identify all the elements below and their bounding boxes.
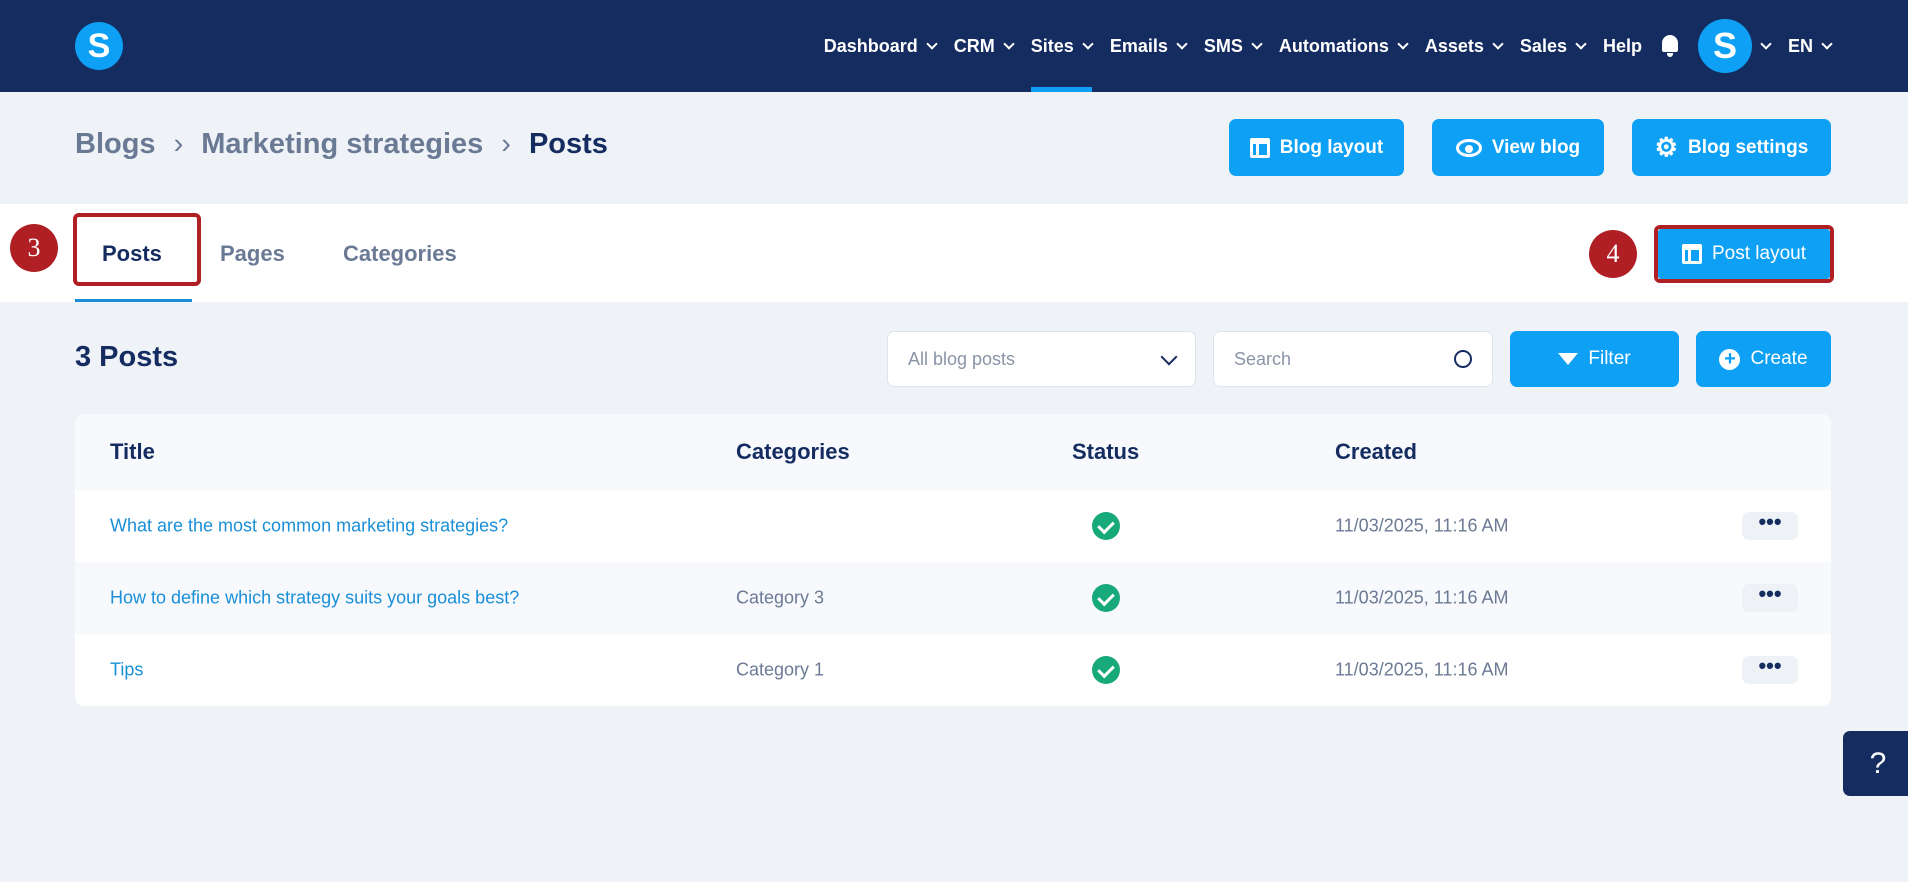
post-filter-select[interactable]: All blog posts bbox=[887, 331, 1196, 387]
chevron-right-icon: › bbox=[501, 128, 511, 160]
status-published-icon bbox=[1092, 512, 1120, 540]
chevron-down-icon bbox=[1492, 37, 1504, 50]
nav-label: Sites bbox=[1030, 35, 1074, 56]
tab-categories[interactable]: Categories bbox=[343, 241, 457, 267]
chevron-down-icon bbox=[1821, 37, 1833, 50]
chevron-down-icon bbox=[1003, 37, 1015, 50]
chevron-down-icon bbox=[926, 37, 938, 50]
funnel-icon bbox=[1558, 353, 1579, 365]
breadcrumb: Blogs › Marketing strategies › Posts bbox=[75, 128, 608, 161]
avatar: S bbox=[1697, 19, 1752, 73]
column-categories[interactable]: Categories bbox=[736, 439, 850, 465]
nav-automations[interactable]: Automations bbox=[1278, 0, 1409, 92]
post-title-link[interactable]: How to define which strategy suits your … bbox=[110, 588, 519, 609]
blog-layout-button[interactable]: Blog layout bbox=[1229, 119, 1404, 176]
help-button[interactable]: ? bbox=[1843, 731, 1908, 796]
chevron-down-icon bbox=[1575, 37, 1587, 50]
post-created: 11/03/2025, 11:16 AM bbox=[1335, 587, 1509, 608]
column-status[interactable]: Status bbox=[1072, 439, 1139, 465]
nav-label: Sales bbox=[1519, 35, 1567, 56]
search-placeholder: Search bbox=[1234, 348, 1292, 369]
table-row: Tips Category 1 11/03/2025, 11:16 AM ••• bbox=[75, 634, 1831, 706]
search-input[interactable]: Search bbox=[1213, 331, 1493, 387]
nav-sms[interactable]: SMS bbox=[1203, 0, 1263, 92]
posts-table: Title Categories Status Created What are… bbox=[75, 414, 1831, 706]
row-actions-button[interactable]: ••• bbox=[1742, 583, 1798, 612]
breadcrumb-blogs[interactable]: Blogs bbox=[75, 128, 156, 161]
row-actions-button[interactable]: ••• bbox=[1742, 511, 1798, 540]
page-title: Posts bbox=[528, 128, 608, 160]
create-button[interactable]: + Create bbox=[1696, 331, 1831, 387]
table-row: What are the most common marketing strat… bbox=[75, 490, 1831, 562]
table-row: How to define which strategy suits your … bbox=[75, 562, 1831, 634]
plus-circle-icon: + bbox=[1719, 348, 1741, 370]
column-created[interactable]: Created bbox=[1335, 439, 1417, 465]
nav-label: Help bbox=[1602, 35, 1642, 56]
notifications-button[interactable] bbox=[1660, 0, 1680, 92]
button-label: View blog bbox=[1491, 136, 1581, 158]
search-icon bbox=[1454, 350, 1472, 368]
language-selector[interactable]: EN bbox=[1787, 0, 1833, 92]
column-title[interactable]: Title bbox=[110, 439, 155, 465]
post-category: Category 1 bbox=[736, 659, 825, 680]
eye-icon bbox=[1455, 138, 1482, 157]
nav-crm[interactable]: CRM bbox=[953, 0, 1015, 92]
button-label: Create bbox=[1750, 348, 1808, 369]
chevron-down-icon bbox=[1251, 37, 1263, 50]
top-navbar: S Dashboard CRM Sites Emails SMS Automat… bbox=[0, 0, 1908, 92]
post-category: Category 3 bbox=[736, 587, 825, 608]
nav-label: Emails bbox=[1109, 35, 1168, 56]
tab-pages[interactable]: Pages bbox=[220, 241, 285, 267]
gear-icon: ⚙ bbox=[1654, 132, 1678, 162]
table-header: Title Categories Status Created bbox=[75, 414, 1831, 490]
chevron-right-icon: › bbox=[173, 128, 184, 160]
button-label: Blog layout bbox=[1279, 136, 1384, 158]
nav-dashboard[interactable]: Dashboard bbox=[823, 0, 938, 92]
nav-label: Assets bbox=[1424, 35, 1484, 56]
button-label: Blog settings bbox=[1687, 136, 1809, 158]
nav-sales[interactable]: Sales bbox=[1519, 0, 1587, 92]
button-label: Filter bbox=[1588, 348, 1631, 369]
annotation-badge-3: 3 bbox=[10, 224, 58, 272]
main-nav: Dashboard CRM Sites Emails SMS Automatio… bbox=[823, 0, 1833, 92]
posts-count: 3 Posts bbox=[75, 341, 179, 373]
post-title-link[interactable]: Tips bbox=[110, 660, 143, 681]
row-actions-button[interactable]: ••• bbox=[1742, 655, 1798, 684]
breadcrumb-blog[interactable]: Marketing strategies bbox=[201, 128, 483, 161]
select-value: All blog posts bbox=[908, 348, 1016, 369]
nav-help[interactable]: Help bbox=[1603, 0, 1642, 92]
status-published-icon bbox=[1092, 656, 1120, 684]
nav-emails[interactable]: Emails bbox=[1109, 0, 1188, 92]
status-published-icon bbox=[1092, 584, 1120, 612]
nav-sites[interactable]: Sites bbox=[1030, 0, 1094, 92]
nav-label: CRM bbox=[953, 35, 995, 56]
language-label: EN bbox=[1787, 35, 1813, 56]
chevron-down-icon bbox=[1176, 37, 1188, 50]
blog-settings-button[interactable]: ⚙ Blog settings bbox=[1632, 119, 1831, 176]
nav-assets[interactable]: Assets bbox=[1424, 0, 1504, 92]
view-blog-button[interactable]: View blog bbox=[1432, 119, 1604, 176]
bell-icon bbox=[1660, 35, 1680, 57]
nav-label: SMS bbox=[1203, 35, 1243, 56]
chevron-down-icon bbox=[1082, 37, 1094, 50]
annotation-highlight-tabs bbox=[73, 213, 201, 286]
post-title-link[interactable]: What are the most common marketing strat… bbox=[110, 516, 508, 537]
post-created: 11/03/2025, 11:16 AM bbox=[1335, 515, 1509, 536]
chevron-down-icon bbox=[1760, 37, 1772, 50]
layout-icon bbox=[1249, 137, 1270, 158]
tab-bar: Posts Pages Categories 3 4 Post layout bbox=[0, 204, 1908, 302]
annotation-badge-4: 4 bbox=[1589, 230, 1637, 278]
nav-label: Automations bbox=[1278, 35, 1389, 56]
post-created: 11/03/2025, 11:16 AM bbox=[1335, 659, 1509, 680]
filter-button[interactable]: Filter bbox=[1510, 331, 1679, 387]
active-tab-indicator bbox=[75, 299, 192, 302]
logo[interactable]: S bbox=[75, 22, 123, 70]
nav-label: Dashboard bbox=[823, 35, 918, 56]
annotation-highlight-post-layout bbox=[1654, 225, 1834, 283]
chevron-down-icon bbox=[1160, 348, 1178, 365]
user-menu[interactable]: S bbox=[1697, 0, 1772, 92]
chevron-down-icon bbox=[1397, 37, 1409, 50]
